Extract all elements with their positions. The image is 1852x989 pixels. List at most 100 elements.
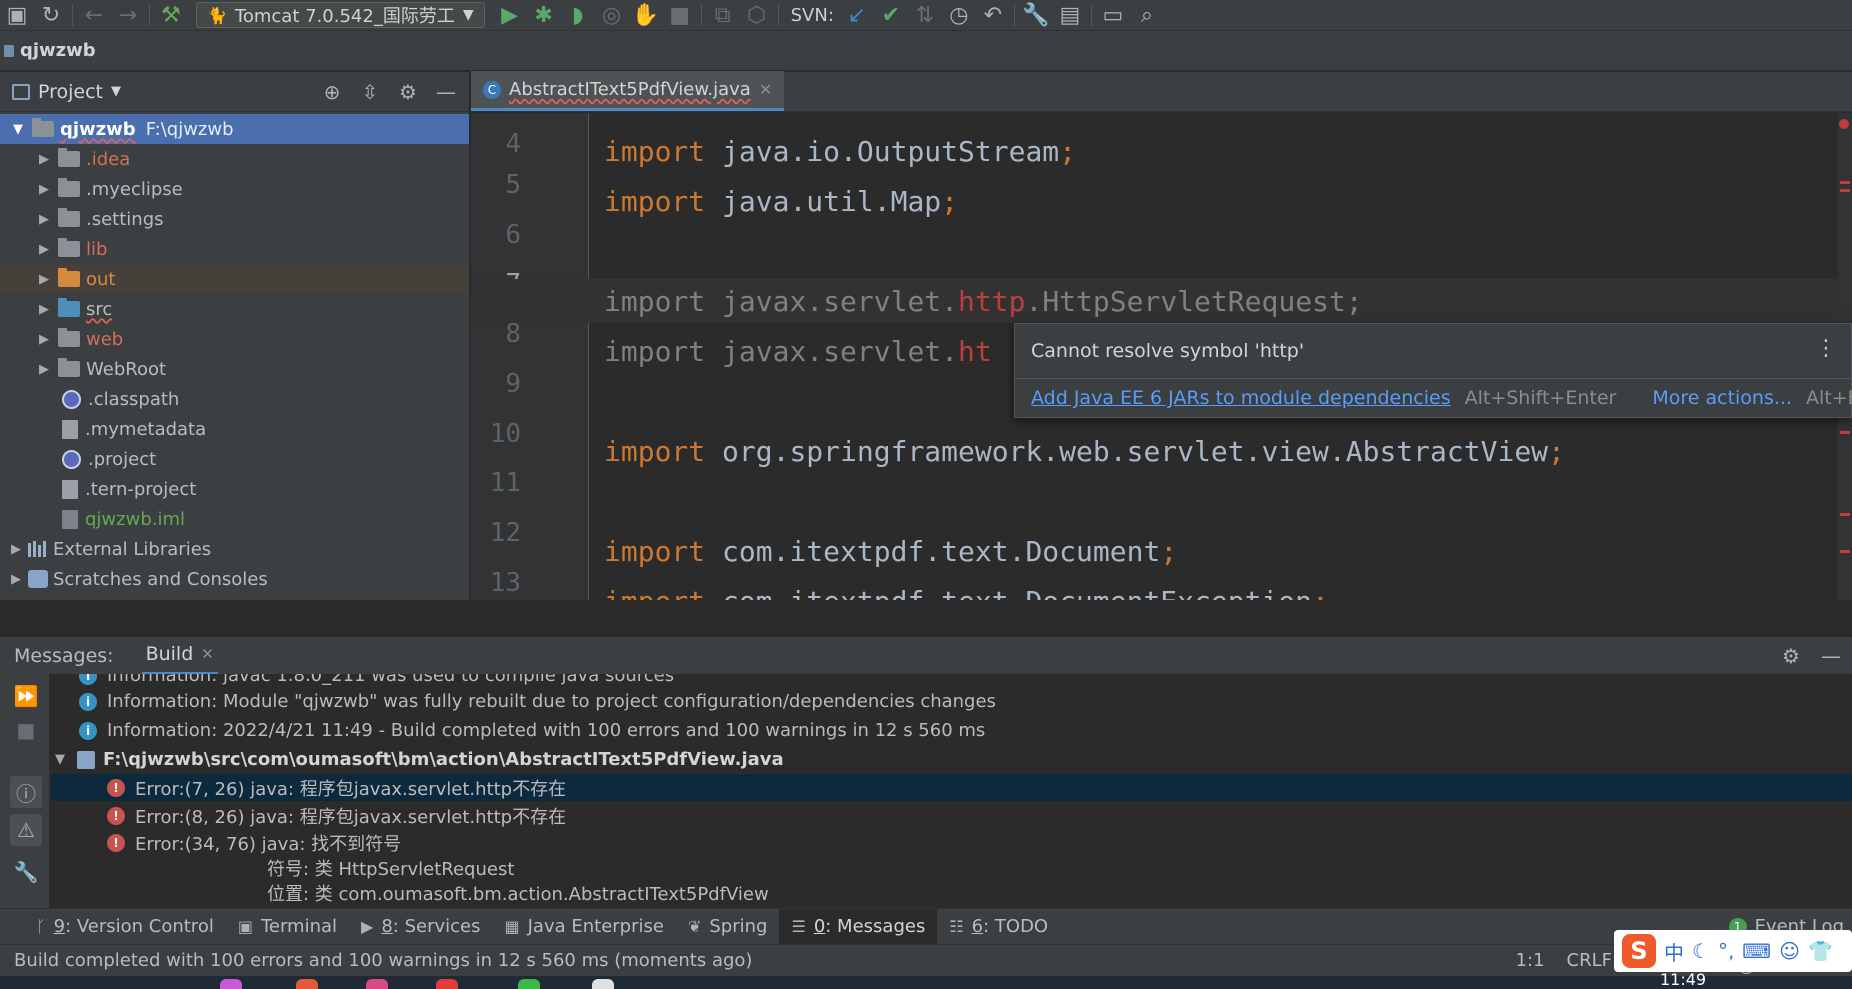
tab-todo[interactable]: ☷ 6: TODO xyxy=(937,909,1060,945)
app-icon[interactable] xyxy=(436,979,458,989)
locate-icon[interactable]: ⊕ xyxy=(317,80,347,104)
project-view-selector[interactable]: Project ▼ xyxy=(12,81,121,103)
run-icon[interactable]: ▶ xyxy=(493,0,527,31)
chevron-down-icon[interactable]: ▼ xyxy=(55,752,71,767)
close-icon[interactable]: ✕ xyxy=(759,80,772,99)
tree-item-tern-project[interactable]: .tern-project xyxy=(0,474,469,504)
chevron-right-icon[interactable]: ▶ xyxy=(36,182,52,197)
warning-filter-icon[interactable]: ⚠ xyxy=(10,814,42,846)
revert-icon[interactable]: ↶ xyxy=(976,0,1010,31)
hide-icon[interactable]: — xyxy=(1816,644,1846,668)
tab-terminal[interactable]: ▣ Terminal xyxy=(226,909,349,945)
search-icon[interactable]: ⌕ xyxy=(1130,0,1164,31)
chevron-right-icon[interactable]: ▶ xyxy=(36,242,52,257)
tree-item-scratches[interactable]: ▶ Scratches and Consoles xyxy=(0,564,469,594)
tree-item-src[interactable]: ▶ src xyxy=(0,294,469,324)
run-configuration-select[interactable]: 🐈 Tomcat 7.0.542_国际劳工 ▼ xyxy=(196,2,485,28)
list-item[interactable]: i Information: 2022/4/21 11:49 - Build c… xyxy=(51,717,1852,744)
error-marker[interactable] xyxy=(1840,550,1850,553)
chevron-right-icon[interactable]: ▶ xyxy=(36,332,52,347)
save-icon[interactable]: ▣ xyxy=(0,0,34,31)
app-icon[interactable] xyxy=(220,979,242,989)
tree-item-iml[interactable]: qjwzwb.iml xyxy=(0,504,469,534)
tab-java-enterprise[interactable]: ▦ Java Enterprise xyxy=(493,909,676,945)
tree-item-idea[interactable]: ▶ .idea xyxy=(0,144,469,174)
app-icon[interactable] xyxy=(366,979,388,989)
tab-messages[interactable]: ☰ 0: Messages xyxy=(779,908,938,945)
list-item-detail[interactable]: 位置: 类 com.oumasoft.bm.action.AbstractITe… xyxy=(51,879,1852,906)
stop-icon[interactable]: ■ xyxy=(663,0,697,31)
error-indicator-icon[interactable] xyxy=(1839,119,1849,129)
list-item[interactable]: i Information: Module "qjwzwb" was fully… xyxy=(51,688,1852,715)
app-icon[interactable] xyxy=(592,979,614,989)
list-item[interactable]: ! Error:(8, 26) java: 程序包javax.servlet.h… xyxy=(51,802,1852,829)
history-icon[interactable]: ◷ xyxy=(942,0,976,31)
error-marker[interactable] xyxy=(1840,513,1850,516)
breadcrumb-project[interactable]: qjwzwb xyxy=(20,40,96,61)
tree-item-myeclipse[interactable]: ▶ .myeclipse xyxy=(0,174,469,204)
build-messages-list[interactable]: i Information: javac 1.8.0_211 was used … xyxy=(51,674,1852,908)
gear-icon[interactable]: ⚙ xyxy=(393,80,423,104)
error-marker[interactable] xyxy=(1840,431,1850,434)
attach-icon[interactable]: ✋ xyxy=(629,0,663,31)
sogou-logo-icon[interactable]: S xyxy=(1622,934,1656,968)
wrench-icon[interactable]: 🔧 xyxy=(10,856,42,888)
chevron-right-icon[interactable]: ▶ xyxy=(36,302,52,317)
app-icon[interactable] xyxy=(518,979,540,989)
chevron-down-icon[interactable]: ▼ xyxy=(10,122,26,137)
tab-spring[interactable]: ❦ Spring xyxy=(676,909,780,945)
collapse-all-icon[interactable]: ⇳ xyxy=(355,80,385,104)
svn-update-icon[interactable]: ↙ xyxy=(840,0,874,31)
chevron-right-icon[interactable]: ▶ xyxy=(36,272,52,287)
error-marker[interactable] xyxy=(1840,189,1850,192)
more-options-icon[interactable]: ⋮ xyxy=(1815,336,1837,361)
list-item-detail[interactable]: 符号: 类 HttpServletRequest xyxy=(51,854,1852,881)
add-javaee-jars-link[interactable]: Add Java EE 6 JARs to module dependencie… xyxy=(1031,387,1451,409)
caret-position[interactable]: 1:1 xyxy=(1516,950,1545,971)
svn-compare-icon[interactable]: ⇅ xyxy=(908,0,942,31)
app-icon[interactable] xyxy=(296,979,318,989)
ime-mode[interactable]: 中 xyxy=(1664,937,1684,966)
deploy-icon[interactable]: ⬡ xyxy=(740,0,774,31)
line-separator[interactable]: CRLF xyxy=(1567,950,1612,971)
tree-item-lib[interactable]: ▶ lib xyxy=(0,234,469,264)
tree-item-mymetadata[interactable]: .mymetadata xyxy=(0,414,469,444)
svn-commit-icon[interactable]: ✔ xyxy=(874,0,908,31)
status-message[interactable]: Build completed with 100 errors and 100 … xyxy=(14,950,752,971)
chevron-right-icon[interactable]: ▶ xyxy=(36,152,52,167)
coverage-icon[interactable]: ◗ xyxy=(561,0,595,31)
tree-item-settings[interactable]: ▶ .settings xyxy=(0,204,469,234)
chevron-right-icon[interactable]: ▶ xyxy=(36,212,52,227)
profile-icon[interactable]: ◎ xyxy=(595,0,629,31)
stop-icon[interactable]: ■ xyxy=(10,714,42,746)
chevron-right-icon[interactable]: ▶ xyxy=(8,542,24,557)
editor-tab-active[interactable]: C AbstractIText5PdfView.java ✕ xyxy=(471,71,785,111)
list-item-selected[interactable]: ! Error:(7, 26) java: 程序包javax.servlet.h… xyxy=(51,774,1852,801)
tree-item-out[interactable]: ▶ out xyxy=(0,264,469,294)
debug-icon[interactable]: ✱ xyxy=(527,0,561,31)
forward-icon[interactable]: → xyxy=(111,0,145,31)
tree-item-webroot[interactable]: ▶ WebRoot xyxy=(0,354,469,384)
tree-item-qjwzwb[interactable]: ▼ qjwzwb F:\qjwzwb xyxy=(0,114,469,144)
more-actions-link[interactable]: More actions... xyxy=(1652,387,1792,409)
error-marker[interactable] xyxy=(1840,181,1850,184)
build-hammer-icon[interactable]: ⚒ xyxy=(154,0,188,31)
settings-wrench-icon[interactable]: 🔧 xyxy=(1019,0,1053,31)
gear-icon[interactable]: ⚙ xyxy=(1776,644,1806,668)
back-icon[interactable]: ← xyxy=(77,0,111,31)
tab-build[interactable]: Build ✕ xyxy=(141,637,218,675)
close-icon[interactable]: ✕ xyxy=(201,645,214,663)
chevron-right-icon[interactable]: ▶ xyxy=(36,362,52,377)
project-structure-icon[interactable]: ▤ xyxy=(1053,0,1087,31)
tree-item-external-libraries[interactable]: ▶ External Libraries xyxy=(0,534,469,564)
rerun-icon[interactable]: ⏩ xyxy=(10,680,42,712)
info-filter-icon[interactable]: ⓘ xyxy=(10,776,42,808)
tree-item-web[interactable]: ▶ web xyxy=(0,324,469,354)
sync-icon[interactable]: ↻ xyxy=(34,0,68,31)
chevron-right-icon[interactable]: ▶ xyxy=(8,572,24,587)
terminal-icon[interactable]: ▭ xyxy=(1096,0,1130,31)
update-running-icon[interactable]: ⧉ xyxy=(706,0,740,31)
list-item[interactable]: ! Error:(34, 76) java: 找不到符号 xyxy=(51,829,1852,856)
tree-item-classpath[interactable]: .classpath xyxy=(0,384,469,414)
list-item-file[interactable]: ▼ F:\qjwzwb\src\com\oumasoft\bm\action\A… xyxy=(51,746,1852,773)
